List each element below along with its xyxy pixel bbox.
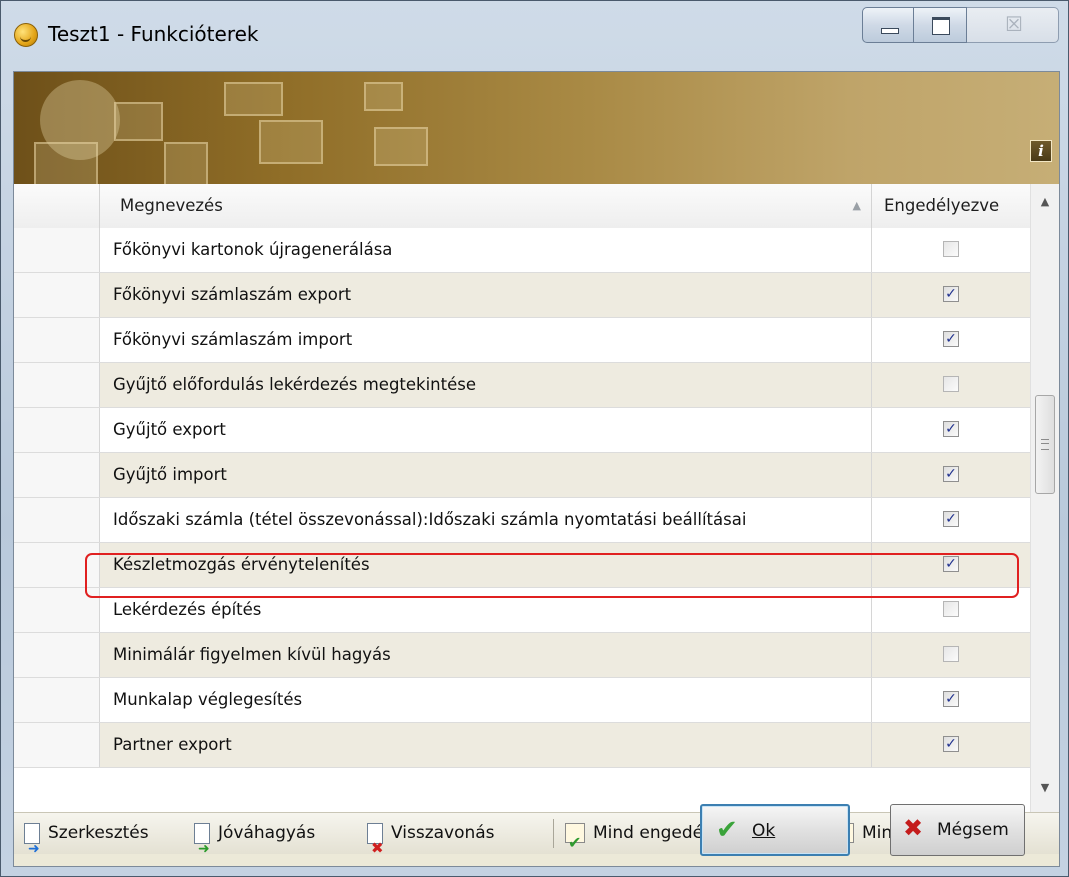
revoke-label: Visszavonás: [391, 823, 495, 843]
row-name-cell: Időszaki számla (tétel összevonással):Id…: [100, 498, 872, 542]
edit-document-icon: ➜: [22, 823, 42, 857]
table-row[interactable]: Főkönyvi számlaszám import ✓: [14, 318, 1030, 363]
enabled-checkbox[interactable]: ✓: [943, 511, 959, 527]
table-row[interactable]: Készletmozgás érvénytelenítés ✓: [14, 543, 1030, 588]
row-name-cell: Lekérdezés építés: [100, 588, 872, 632]
minimize-button[interactable]: [862, 7, 914, 43]
row-name-cell: Partner export: [100, 723, 872, 767]
grip-icon: [1041, 439, 1049, 450]
row-name-cell: Készletmozgás érvénytelenítés: [100, 543, 872, 587]
banner-decoration: [164, 142, 208, 184]
scroll-up-arrow-icon[interactable]: ▲: [1031, 190, 1059, 214]
cancel-x-icon: ✖: [903, 814, 924, 842]
row-indicator[interactable]: [14, 678, 100, 722]
row-name-cell: Gyűjtő előfordulás lekérdezés megtekinté…: [100, 363, 872, 407]
table-row[interactable]: Főkönyvi kartonok újragenerálása: [14, 228, 1030, 273]
enabled-checkbox[interactable]: ✓: [943, 556, 959, 572]
maximize-icon: [932, 17, 950, 35]
approve-button[interactable]: ➜ Jóváhagyás: [192, 813, 316, 857]
toolbar-separator: [553, 819, 554, 848]
dialog-window: Teszt1 - Funkcióterek ☒ i Megnevezés ▲ E…: [0, 0, 1069, 877]
enabled-checkbox[interactable]: ✓: [943, 691, 959, 707]
ok-button[interactable]: ✔ Ok: [700, 804, 850, 856]
row-indicator[interactable]: [14, 543, 100, 587]
scroll-down-arrow-icon[interactable]: ▼: [1031, 776, 1059, 800]
row-indicator[interactable]: [14, 363, 100, 407]
enabled-checkbox[interactable]: [943, 646, 959, 662]
row-indicator-header: [14, 184, 100, 228]
banner-decoration: [259, 120, 323, 164]
banner-decoration: [114, 102, 163, 141]
revoke-document-icon: ✖: [365, 823, 385, 857]
enabled-checkbox[interactable]: ✓: [943, 736, 959, 752]
app-smiley-icon: [14, 23, 38, 47]
enabled-checkbox[interactable]: ✓: [943, 286, 959, 302]
minimize-icon: [881, 28, 899, 34]
table-row[interactable]: Gyűjtő import ✓: [14, 453, 1030, 498]
approve-document-icon: ➜: [192, 823, 212, 857]
table-row[interactable]: Főkönyvi számlaszám export ✓: [14, 273, 1030, 318]
banner-decoration: [224, 82, 283, 116]
banner-decoration: [34, 142, 98, 184]
scroll-thumb[interactable]: [1035, 395, 1055, 494]
row-name-cell: Gyűjtő export: [100, 408, 872, 452]
row-name-cell: Gyűjtő import: [100, 453, 872, 497]
row-indicator[interactable]: [14, 723, 100, 767]
row-indicator[interactable]: [14, 228, 100, 272]
enabled-checkbox[interactable]: [943, 241, 959, 257]
row-name-cell: Főkönyvi számlaszám import: [100, 318, 872, 362]
enabled-checkbox[interactable]: ✓: [943, 466, 959, 482]
table-row[interactable]: Gyűjtő előfordulás lekérdezés megtekinté…: [14, 363, 1030, 408]
header-banner: i: [14, 72, 1059, 184]
row-name-cell: Főkönyvi kartonok újragenerálása: [100, 228, 872, 272]
ok-label: Ok: [752, 821, 776, 841]
functions-grid: Megnevezés ▲ Engedélyezve Főkönyvi karto…: [14, 184, 1059, 812]
table-row[interactable]: Időszaki számla (tétel összevonással):Id…: [14, 498, 1030, 543]
enabled-checkbox[interactable]: ✓: [943, 331, 959, 347]
banner-decoration: [374, 127, 428, 166]
close-icon: ☒: [1005, 12, 1023, 36]
title-bar: Teszt1 - Funkcióterek ☒: [1, 1, 1068, 71]
row-indicator[interactable]: [14, 633, 100, 677]
enabled-checkbox[interactable]: ✓: [943, 421, 959, 437]
enabled-checkbox[interactable]: [943, 601, 959, 617]
window-title: Teszt1 - Funkcióterek: [48, 22, 259, 46]
row-indicator[interactable]: [14, 453, 100, 497]
row-indicator[interactable]: [14, 318, 100, 362]
row-indicator[interactable]: [14, 408, 100, 452]
maximize-button[interactable]: [914, 7, 967, 43]
column-header-enabled[interactable]: Engedélyezve: [872, 184, 1030, 228]
approve-label: Jóváhagyás: [218, 823, 316, 843]
banner-decoration: [364, 82, 403, 111]
row-indicator[interactable]: [14, 498, 100, 542]
edit-label: Szerkesztés: [48, 823, 149, 843]
row-indicator[interactable]: [14, 588, 100, 632]
row-name-cell: Minimálár figyelmen kívül hagyás: [100, 633, 872, 677]
ok-check-icon: ✔: [716, 815, 738, 845]
column-header-name-label: Megnevezés: [120, 196, 223, 215]
vertical-scrollbar[interactable]: ▲ ▼: [1030, 184, 1059, 812]
table-row[interactable]: Munkalap véglegesítés ✓: [14, 678, 1030, 723]
revoke-button[interactable]: ✖ Visszavonás: [365, 813, 495, 857]
enabled-checkbox[interactable]: [943, 376, 959, 392]
table-row[interactable]: Lekérdezés építés: [14, 588, 1030, 633]
table-row[interactable]: Minimálár figyelmen kívül hagyás: [14, 633, 1030, 678]
sort-ascending-icon: ▲: [852, 199, 861, 212]
cancel-button[interactable]: ✖ Mégsem: [890, 804, 1025, 856]
cancel-label: Mégsem: [937, 820, 1009, 840]
table-row[interactable]: Gyűjtő export ✓: [14, 408, 1030, 453]
info-button[interactable]: i: [1030, 140, 1052, 162]
row-name-cell: Főkönyvi számlaszám export: [100, 273, 872, 317]
client-area: i Megnevezés ▲ Engedélyezve Főkönyvi kar…: [13, 71, 1060, 867]
check-all-icon: ✔: [565, 823, 585, 852]
row-name-cell: Munkalap véglegesítés: [100, 678, 872, 722]
close-button[interactable]: ☒: [967, 7, 1059, 43]
row-indicator[interactable]: [14, 273, 100, 317]
table-row[interactable]: Partner export ✓: [14, 723, 1030, 768]
edit-button[interactable]: ➜ Szerkesztés: [22, 813, 149, 857]
grid-header: Megnevezés ▲ Engedélyezve: [14, 184, 1030, 229]
column-header-name[interactable]: Megnevezés ▲: [100, 184, 872, 228]
